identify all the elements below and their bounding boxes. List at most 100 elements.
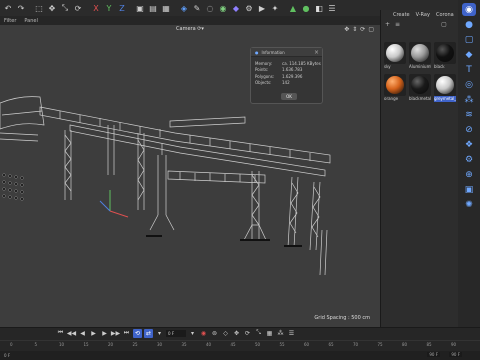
material-toolbar: + ≡ ▢ [381, 19, 458, 29]
camera-label[interactable]: Camera ⟳▾ [0, 26, 380, 32]
record-icon[interactable]: ◉ [199, 329, 208, 338]
globe-icon[interactable]: ⊕ [462, 168, 476, 181]
deform-icon[interactable]: ❖ [462, 138, 476, 151]
x-axis-icon[interactable]: X [90, 2, 102, 14]
menu-item-filter[interactable]: Filter [4, 18, 16, 24]
material-swatch[interactable]: greymetal_c [434, 74, 456, 102]
ruler-tick: 65 [328, 342, 334, 347]
bounce-icon[interactable]: ⇄ [144, 328, 153, 338]
fps-icon[interactable]: ▾ [155, 329, 164, 338]
material-preview [384, 42, 406, 64]
menu-item-panel[interactable]: Panel [24, 18, 38, 24]
light-icon[interactable]: ✦ [269, 2, 281, 14]
tag-icon[interactable]: ◧ [313, 2, 325, 14]
play-icon[interactable]: ▶ [89, 329, 98, 338]
pen-icon[interactable]: ✎ [191, 2, 203, 14]
xpresso-icon[interactable]: ☰ [326, 2, 338, 14]
ruler-tick: 85 [426, 342, 432, 347]
select-icon[interactable]: ⬚ [33, 2, 45, 14]
autokey-icon[interactable]: ⊚ [210, 329, 219, 338]
timeline-range: 0 F 90 F 90 F [0, 351, 480, 360]
subdivision-icon[interactable]: ◉ [217, 2, 229, 14]
material-swatch[interactable]: Aluminiumtrest [409, 42, 431, 70]
camera-icon[interactable]: ▶ [256, 2, 268, 14]
cube-icon[interactable]: ◈ [178, 2, 190, 14]
timeline: ⏮ ◀◀ ◀ ▶ ▶ ▶▶ ⏭ ⟲ ⇄ ▾ 0 F ▾ ◉ ⊚ ◇ ✥ ⟳ ⤡ … [0, 327, 480, 360]
dropdown-icon[interactable]: ▾ [188, 329, 197, 338]
transport-controls: ⏮ ◀◀ ◀ ▶ ▶ ▶▶ ⏭ ⟲ ⇄ ▾ 0 F ▾ ◉ ⊚ ◇ ✥ ⟳ ⤡ … [56, 328, 296, 338]
material-swatch[interactable]: orange [384, 74, 406, 102]
y-axis-icon[interactable]: Y [103, 2, 115, 14]
goto-start-icon[interactable]: ⏮ [56, 329, 65, 338]
render-icon[interactable]: ▣ [134, 2, 146, 14]
link-icon[interactable]: ⊘ [462, 123, 476, 136]
material-icon[interactable]: ● [300, 2, 312, 14]
ruler-tick: 35 [181, 342, 187, 347]
key-rot-icon[interactable]: ⟳ [243, 329, 252, 338]
key-pos-icon[interactable]: ✥ [232, 329, 241, 338]
timeline-ruler[interactable]: 0 5 10 15 20 25 30 35 40 45 50 55 60 65 70 75 80 85 90 [0, 340, 480, 350]
zoom-view-icon[interactable]: ⇕ [352, 26, 357, 33]
material-swatch[interactable]: sky [384, 42, 406, 70]
menu-item-corona[interactable]: Corona [436, 12, 454, 18]
current-frame-field[interactable]: 0 F [166, 329, 186, 337]
start-frame[interactable]: 0 F [4, 353, 10, 358]
info-row: Memory: ca. 114.185 KBytes [255, 60, 321, 66]
objects-icon[interactable]: ◉ [462, 3, 476, 16]
end-frame-min[interactable]: 90 F [427, 352, 440, 357]
ruler-tick: 40 [206, 342, 212, 347]
add-icon[interactable]: + [385, 21, 390, 28]
move-icon[interactable]: ✥ [46, 2, 58, 14]
filter-icon[interactable]: ▢ [441, 21, 447, 28]
effector-icon[interactable]: ⚙ [462, 153, 476, 166]
text-icon[interactable]: T [462, 63, 476, 76]
keyframe-icon[interactable]: ◇ [221, 329, 230, 338]
next-key-icon[interactable]: ▶▶ [111, 329, 120, 338]
loop-icon[interactable]: ⟲ [133, 328, 142, 338]
effector-icon[interactable]: ⚙ [243, 2, 255, 14]
generator-icon[interactable]: ◎ [462, 78, 476, 91]
scale-icon[interactable]: ⤡ [59, 2, 71, 14]
mograph-icon[interactable]: ▲ [287, 2, 299, 14]
ruler-tick: 80 [402, 342, 408, 347]
key-pla-icon[interactable]: ⁂ [276, 329, 285, 338]
material-swatch[interactable]: black [434, 42, 456, 70]
menu-item-vray[interactable]: V-Ray [416, 12, 430, 18]
layers-icon[interactable]: ≡ [395, 21, 400, 28]
material-label: greymetal_c [434, 96, 456, 102]
render-view-icon[interactable]: ▤ [147, 2, 159, 14]
maximize-view-icon[interactable]: ▢ [368, 26, 374, 33]
key-param-icon[interactable]: ▦ [265, 329, 274, 338]
redo-icon[interactable]: ↷ [15, 2, 27, 14]
rotate-icon[interactable]: ⟳ [72, 2, 84, 14]
rotate-view-icon[interactable]: ⟳ [360, 26, 365, 33]
material-ball-icon[interactable]: ● [462, 18, 476, 31]
cube-icon[interactable]: ▢ [462, 33, 476, 46]
key-scale-icon[interactable]: ⤡ [254, 329, 263, 338]
prev-key-icon[interactable]: ◀◀ [67, 329, 76, 338]
light-icon[interactable]: ✺ [462, 198, 476, 211]
goto-end-icon[interactable]: ⏭ [122, 329, 131, 338]
spline-icon[interactable]: ◌ [204, 2, 216, 14]
menu-item-create[interactable]: Create [393, 12, 410, 18]
cube-solid-icon[interactable]: ◆ [462, 48, 476, 61]
end-frame-max[interactable]: 90 F [449, 352, 462, 357]
next-frame-icon[interactable]: ▶ [100, 329, 109, 338]
material-preview [384, 74, 406, 96]
deformer-icon[interactable]: ◆ [230, 2, 242, 14]
undo-icon[interactable]: ↶ [2, 2, 14, 14]
timeline-options-icon[interactable]: ☰ [287, 329, 296, 338]
camera-icon[interactable]: ▣ [462, 183, 476, 196]
spring-icon[interactable]: ≋ [462, 108, 476, 121]
3d-viewport[interactable]: Camera ⟳▾ ✥ ⇕ ⟳ ▢ Grid Spacing : 500 cm [0, 25, 380, 327]
render-settings-icon[interactable]: ▦ [160, 2, 172, 14]
material-swatch[interactable]: blackmetal [409, 74, 431, 102]
cluster-icon[interactable]: ⁂ [462, 93, 476, 106]
z-axis-icon[interactable]: Z [116, 2, 128, 14]
prev-frame-icon[interactable]: ◀ [78, 329, 87, 338]
material-label: blackmetal [409, 96, 431, 101]
ruler-tick: 25 [132, 342, 138, 347]
close-icon[interactable]: × [314, 49, 319, 56]
ok-button[interactable]: OK [281, 93, 297, 100]
move-view-icon[interactable]: ✥ [344, 26, 349, 33]
